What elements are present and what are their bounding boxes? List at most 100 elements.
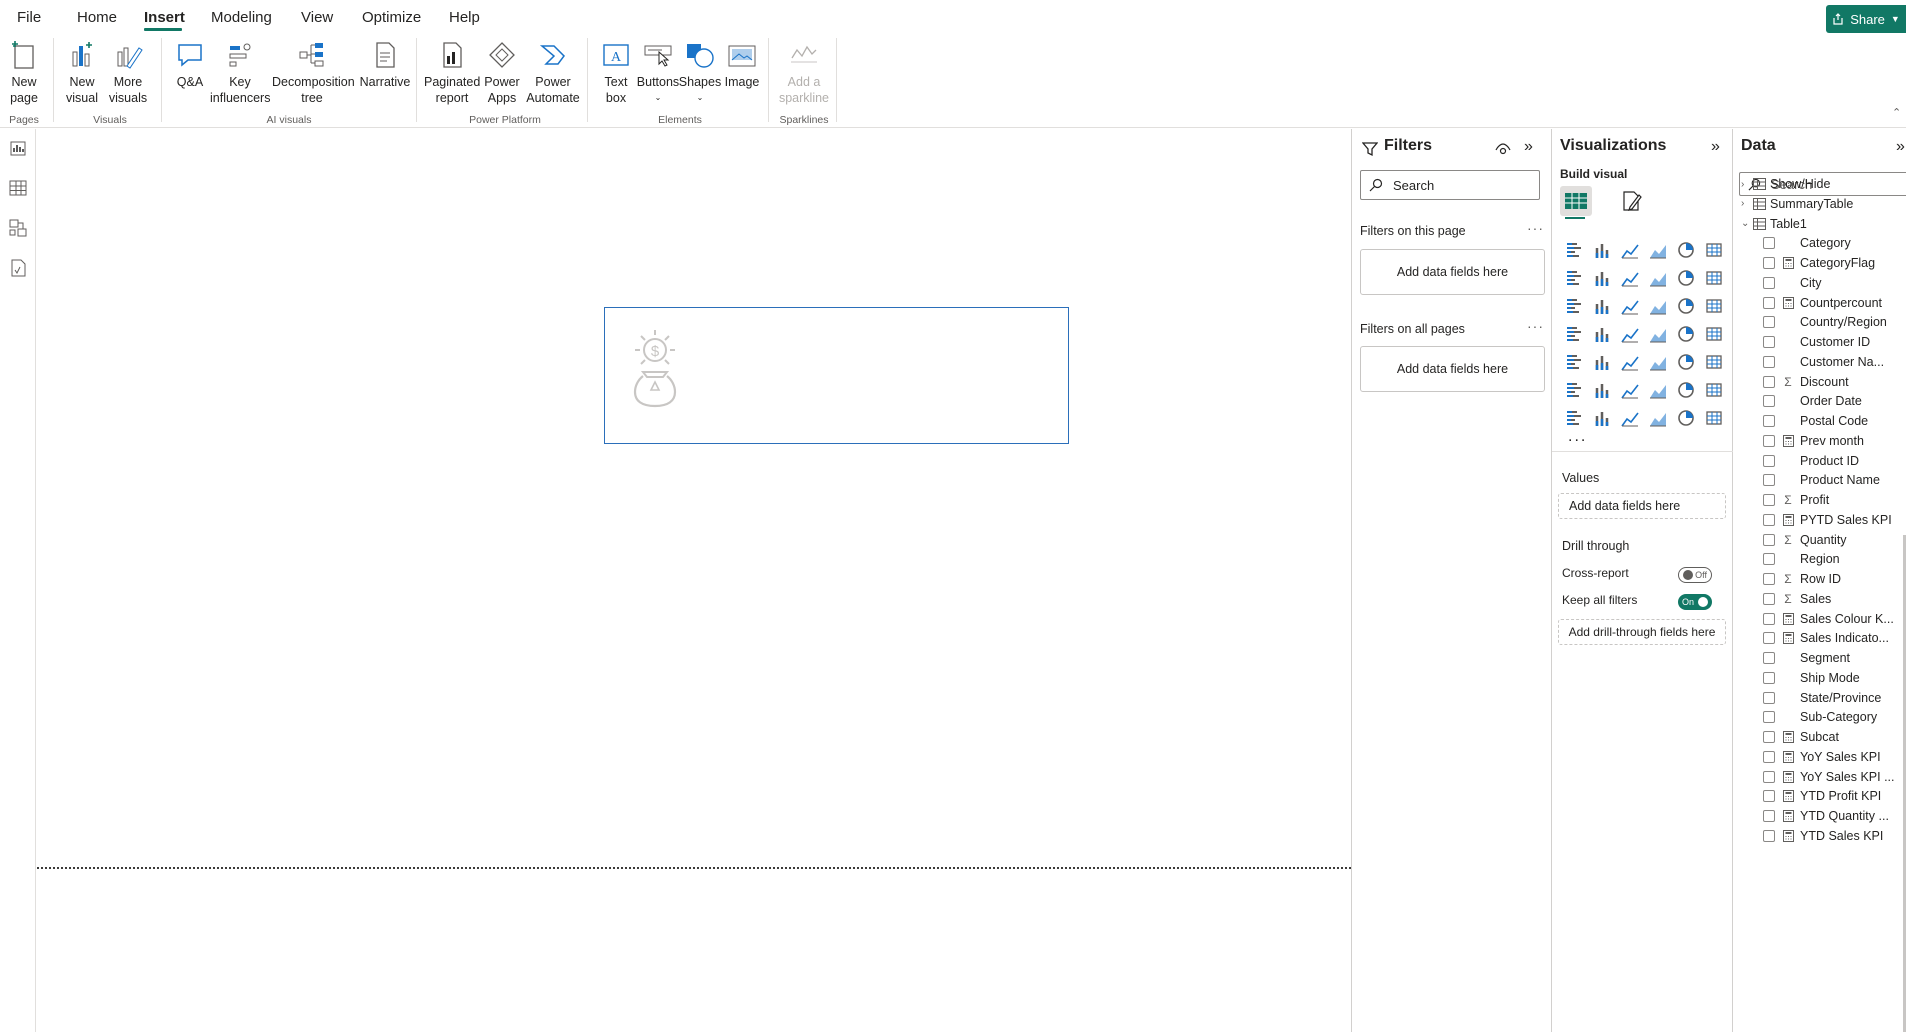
share-button[interactable]: Share ▼ <box>1826 5 1906 33</box>
text-box-button[interactable]: A Text box <box>596 40 636 106</box>
decomposition-tree-button[interactable]: Decomposition tree <box>272 40 355 106</box>
stacked-column-visual-icon[interactable] <box>1588 236 1616 264</box>
image-button[interactable]: Image <box>722 40 762 90</box>
menu-home[interactable]: Home <box>77 9 117 26</box>
eye-icon[interactable] <box>1495 142 1511 156</box>
100-stacked-column-visual-icon[interactable] <box>1700 236 1728 264</box>
stacked-bar-visual-icon[interactable] <box>1560 236 1588 264</box>
gauge-visual-icon[interactable] <box>1672 320 1700 348</box>
donut-visual-icon[interactable] <box>1700 292 1728 320</box>
model-view-icon[interactable] <box>7 217 29 239</box>
collapse-pane-icon[interactable]: » <box>1711 138 1720 156</box>
field-row[interactable]: Product Name <box>1763 470 1880 490</box>
field-checkbox[interactable] <box>1763 711 1775 724</box>
field-checkbox[interactable] <box>1763 770 1775 783</box>
field-row[interactable]: Customer ID <box>1763 332 1870 352</box>
field-row[interactable]: Category <box>1763 233 1851 253</box>
menu-insert[interactable]: Insert <box>144 9 185 26</box>
menu-help[interactable]: Help <box>449 9 480 26</box>
r-script-visual-icon[interactable] <box>1700 348 1728 376</box>
menu-modeling[interactable]: Modeling <box>211 9 272 26</box>
table-node[interactable]: ⌄ Table1 <box>1741 214 1807 234</box>
line-visual-icon[interactable] <box>1560 264 1588 292</box>
field-checkbox[interactable] <box>1763 434 1775 447</box>
power-automate-visual-icon[interactable] <box>1644 404 1672 432</box>
drill-through-well[interactable]: Add drill-through fields here <box>1558 619 1726 645</box>
field-row[interactable]: Order Date <box>1763 391 1862 411</box>
more-options-icon[interactable]: ··· <box>1527 220 1544 236</box>
field-row[interactable]: Postal Code <box>1763 411 1868 431</box>
filled-map-visual-icon[interactable] <box>1616 320 1644 348</box>
line-and-stacked-column-visual-icon[interactable] <box>1672 264 1700 292</box>
collapse-pane-icon[interactable]: » <box>1896 138 1905 156</box>
field-checkbox[interactable] <box>1763 513 1775 526</box>
field-checkbox[interactable] <box>1763 296 1775 309</box>
field-checkbox[interactable] <box>1763 592 1775 605</box>
multi-row-card-visual-icon[interactable] <box>1560 348 1588 376</box>
field-checkbox[interactable] <box>1763 375 1775 388</box>
keep-all-filters-toggle[interactable]: On <box>1678 594 1712 610</box>
menu-view[interactable]: View <box>301 9 333 26</box>
field-checkbox[interactable] <box>1763 415 1775 427</box>
new-page-button[interactable]: New page <box>6 40 42 106</box>
field-checkbox[interactable] <box>1763 336 1775 348</box>
field-row[interactable]: City <box>1763 273 1822 293</box>
field-checkbox[interactable] <box>1763 731 1775 743</box>
key-influencers-button[interactable]: Key influencers <box>210 40 270 106</box>
table-view-icon[interactable] <box>7 177 29 199</box>
pie-visual-icon[interactable] <box>1672 292 1700 320</box>
field-checkbox[interactable] <box>1763 632 1775 645</box>
treemap-visual-icon[interactable] <box>1560 320 1588 348</box>
power-apps-visual-icon[interactable] <box>1616 404 1644 432</box>
area-visual-icon[interactable] <box>1588 264 1616 292</box>
field-row[interactable]: Ship Mode <box>1763 668 1860 688</box>
field-row[interactable]: Subcat <box>1763 727 1839 747</box>
field-row[interactable]: Σ Profit <box>1763 490 1829 510</box>
map-visual-icon[interactable] <box>1588 320 1616 348</box>
field-row[interactable]: Customer Na... <box>1763 352 1884 372</box>
more-visuals-ellipsis[interactable]: ... <box>1568 428 1587 446</box>
filters-search-input[interactable]: Search <box>1360 170 1540 200</box>
scatter-visual-icon[interactable] <box>1644 292 1672 320</box>
chevron-right-icon[interactable]: › <box>1741 179 1753 190</box>
cross-report-toggle[interactable]: Off <box>1678 567 1712 583</box>
dax-query-view-icon[interactable] <box>7 257 29 279</box>
waterfall-visual-icon[interactable] <box>1588 292 1616 320</box>
field-checkbox[interactable] <box>1763 790 1775 803</box>
field-row[interactable]: Product ID <box>1763 451 1859 471</box>
decomposition-tree-visual-icon[interactable] <box>1616 376 1644 404</box>
field-row[interactable]: YTD Sales KPI <box>1763 826 1883 846</box>
narrative-visual-icon[interactable] <box>1672 376 1700 404</box>
field-row[interactable]: Sales Indicato... <box>1763 628 1889 648</box>
field-checkbox[interactable] <box>1763 454 1775 467</box>
menu-optimize[interactable]: Optimize <box>362 9 421 26</box>
field-row[interactable]: Country/Region <box>1763 312 1887 332</box>
arcgis-visual-icon[interactable] <box>1588 404 1616 432</box>
power-apps-button[interactable]: Power Apps <box>482 40 522 106</box>
qa-button[interactable]: Q&A <box>172 40 208 90</box>
stacked-area-visual-icon[interactable] <box>1616 264 1644 292</box>
field-checkbox[interactable] <box>1763 355 1775 368</box>
field-row[interactable]: Prev month <box>1763 431 1864 451</box>
more-arrow-visual-icon[interactable] <box>1700 404 1728 432</box>
field-row[interactable]: Countpercount <box>1763 293 1882 313</box>
field-checkbox[interactable] <box>1763 494 1775 506</box>
card-visual-icon[interactable] <box>1700 320 1728 348</box>
chevron-down-icon[interactable]: ⌄ <box>1741 218 1753 229</box>
values-well[interactable]: Add data fields here <box>1558 493 1726 519</box>
qa-visual-icon[interactable] <box>1644 376 1672 404</box>
field-row[interactable]: Σ Sales <box>1763 589 1831 609</box>
100-stacked-bar-visual-icon[interactable] <box>1672 236 1700 264</box>
buttons-button[interactable]: Buttons ⌄ <box>636 40 680 106</box>
more-options-icon[interactable]: ··· <box>1527 318 1544 334</box>
line-and-clustered-column-visual-icon[interactable] <box>1700 264 1728 292</box>
key-influencers-visual-icon[interactable] <box>1588 376 1616 404</box>
chevron-right-icon[interactable]: › <box>1741 198 1753 209</box>
kpi-visual-icon[interactable] <box>1588 348 1616 376</box>
field-checkbox[interactable] <box>1763 257 1775 269</box>
field-checkbox[interactable] <box>1763 474 1775 487</box>
clustered-column-visual-icon[interactable] <box>1644 236 1672 264</box>
power-automate-button[interactable]: Power Automate <box>524 40 582 106</box>
field-row[interactable]: Sales Colour K... <box>1763 609 1894 629</box>
empty-visual-placeholder[interactable]: $ <box>604 307 1069 444</box>
